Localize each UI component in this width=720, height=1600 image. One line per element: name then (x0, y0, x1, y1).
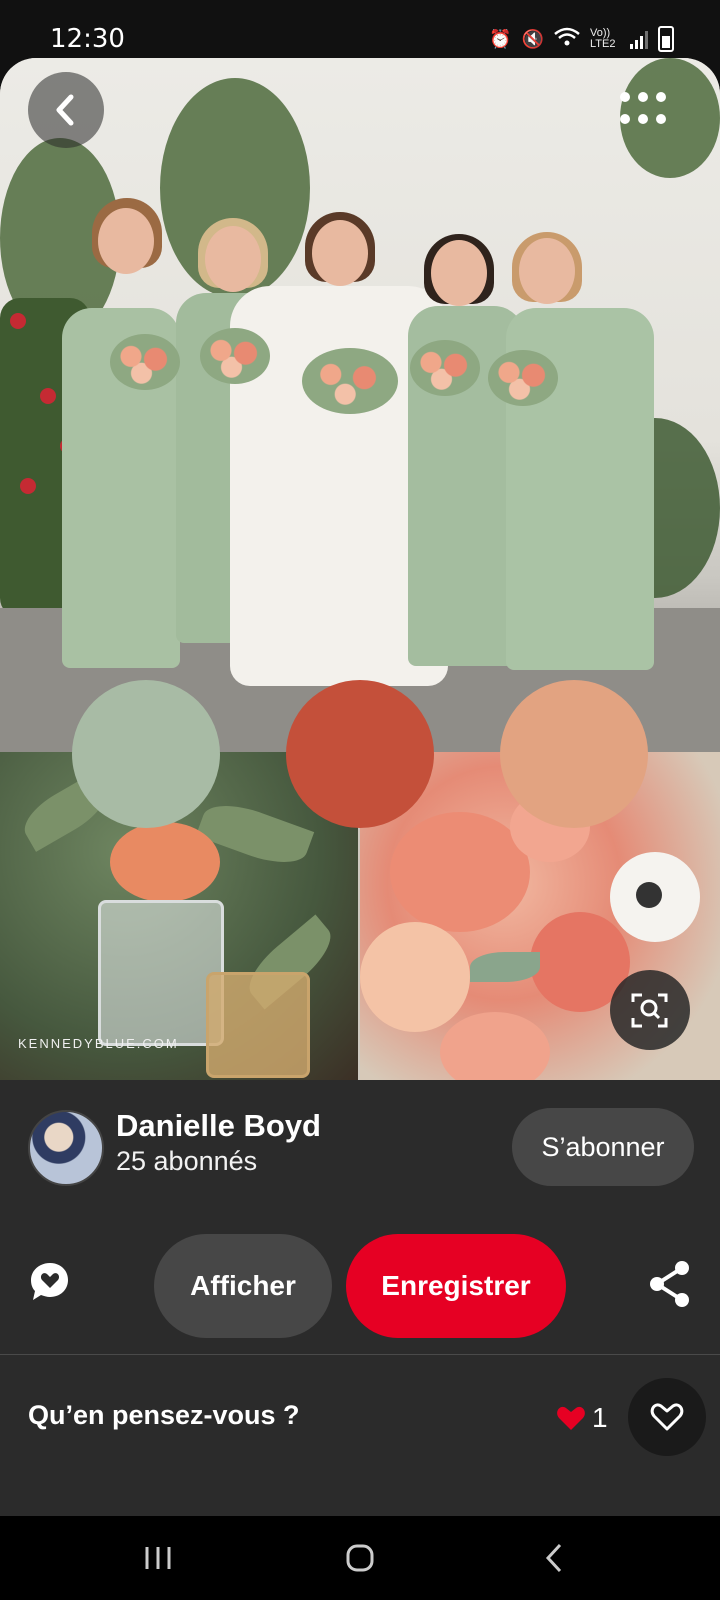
mute-icon: 🔇 (521, 28, 544, 49)
comment-heart-icon (31, 1263, 68, 1300)
heart-outline-icon (650, 1403, 684, 1431)
pin-details: Danielle Boyd 25 abonnés S’abonner Affic… (0, 1080, 720, 1516)
visual-search-button[interactable] (610, 970, 690, 1050)
status-bar: 12:30 ⏰ 🔇 Vo)) LTE2 (0, 0, 720, 58)
author-followers: 25 abonnés (116, 1146, 258, 1176)
status-icons: ⏰ 🔇 Vo)) LTE2 (489, 26, 674, 52)
save-button[interactable]: Enregistrer (346, 1234, 566, 1338)
recent-apps-icon (145, 1547, 171, 1569)
comment-button[interactable] (28, 1260, 72, 1304)
color-swatch-terracotta (286, 680, 434, 828)
color-swatch-sage (72, 680, 220, 828)
pin-image[interactable]: KENNEDYBLUE.COM (0, 58, 720, 1080)
battery-icon (658, 26, 674, 52)
like-button[interactable] (628, 1378, 706, 1456)
back-button[interactable] (28, 72, 104, 148)
color-swatch-peach (500, 680, 648, 828)
system-back-icon (545, 1543, 562, 1573)
home-icon (346, 1544, 374, 1572)
share-button[interactable] (648, 1260, 692, 1308)
chevron-left-icon (56, 94, 74, 126)
more-options-button[interactable] (620, 92, 666, 132)
heart-filled-icon (557, 1406, 585, 1430)
home-button[interactable] (336, 1538, 384, 1578)
wifi-icon (554, 27, 580, 52)
share-icon (650, 1261, 689, 1307)
comments-prompt: Qu’en pensez-vous ? (28, 1400, 300, 1430)
signal-icon (630, 29, 648, 49)
divider (0, 1354, 720, 1355)
follow-button[interactable]: S’abonner (512, 1108, 694, 1186)
recent-apps-button[interactable] (140, 1538, 176, 1578)
network-label: Vo)) LTE2 (590, 27, 616, 50)
view-button[interactable]: Afficher (154, 1234, 332, 1338)
wedding-party-photo (0, 58, 720, 752)
status-time: 12:30 (50, 24, 125, 54)
like-count: 1 (592, 1402, 608, 1433)
system-nav-bar (0, 1516, 720, 1600)
alarm-icon: ⏰ (489, 28, 512, 49)
reaction-count[interactable]: 1 (556, 1402, 608, 1434)
system-back-button[interactable] (536, 1538, 572, 1578)
photo-watermark: KENNEDYBLUE.COM (18, 1036, 179, 1051)
author-avatar[interactable] (28, 1110, 104, 1186)
author-name[interactable]: Danielle Boyd (116, 1108, 321, 1144)
visual-search-icon (631, 993, 668, 1028)
